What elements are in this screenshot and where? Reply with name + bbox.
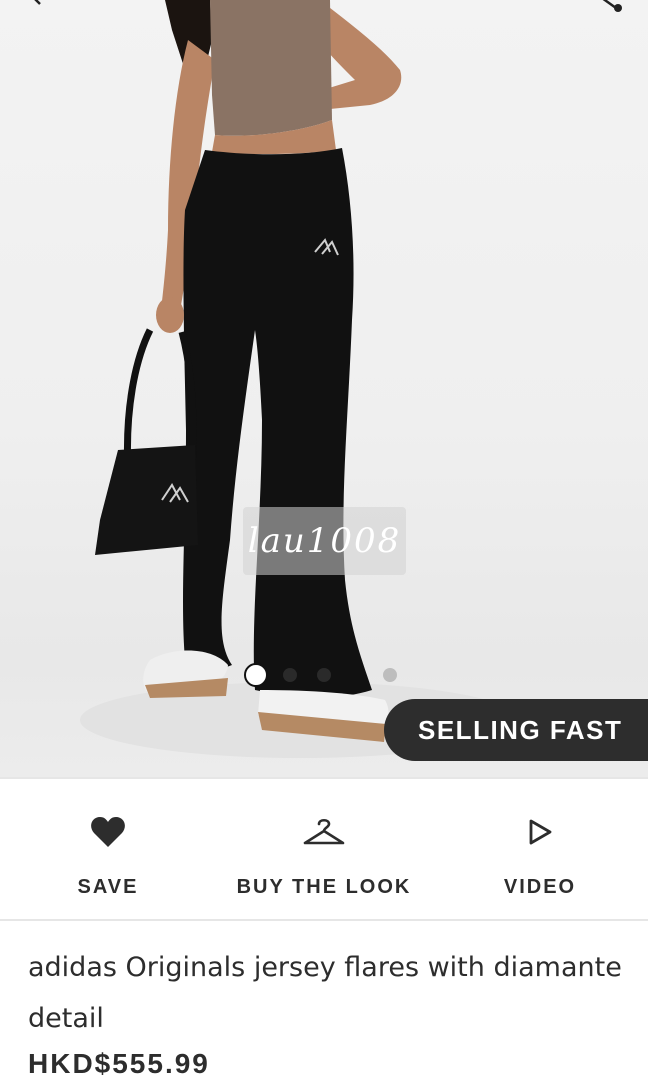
save-label: SAVE bbox=[77, 876, 139, 898]
play-icon bbox=[529, 819, 552, 845]
divider bbox=[0, 777, 648, 779]
video-label: VIDEO bbox=[503, 876, 577, 898]
product-title: adidas Originals jersey flares with diam… bbox=[28, 952, 622, 1034]
buy-the-look-button[interactable]: BUY THE LOOK bbox=[224, 780, 424, 918]
hanger-icon bbox=[303, 818, 345, 845]
product-price: HKD$555.99 bbox=[28, 1048, 210, 1079]
buy-the-look-label: BUY THE LOOK bbox=[236, 876, 412, 898]
carousel-dots bbox=[243, 662, 413, 688]
share-icon[interactable] bbox=[594, 0, 626, 14]
carousel-dot-1[interactable] bbox=[244, 663, 268, 687]
back-arrow-icon[interactable] bbox=[28, 0, 52, 10]
selling-fast-badge: SELLING FAST bbox=[384, 699, 648, 761]
heart-icon bbox=[91, 817, 125, 847]
product-actions: SAVE BUY THE LOOK VIDEO bbox=[0, 780, 648, 918]
carousel-dot-2[interactable] bbox=[283, 668, 297, 682]
watermark: lau1008 bbox=[243, 507, 406, 575]
divider bbox=[0, 919, 648, 921]
carousel-dot-3[interactable] bbox=[317, 668, 331, 682]
carousel-dot-4[interactable] bbox=[383, 668, 397, 682]
save-button[interactable]: SAVE bbox=[8, 780, 208, 918]
product-image-gallery[interactable]: lau1008 SELLING FAST bbox=[0, 0, 648, 778]
video-button[interactable]: VIDEO bbox=[440, 780, 640, 918]
